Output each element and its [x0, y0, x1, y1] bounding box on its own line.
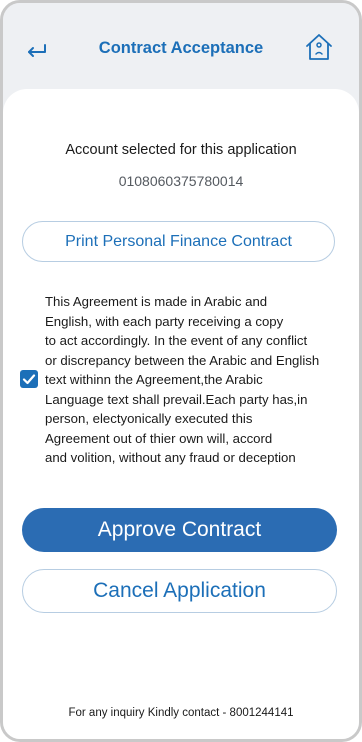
approve-contract-button[interactable]: Approve Contract — [22, 508, 337, 552]
agreement-line: or discrepancy between the Arabic and En… — [45, 352, 320, 368]
page-title: Contract Acceptance — [98, 39, 264, 57]
back-arrow-icon — [28, 44, 46, 57]
account-number: 0108060375780014 — [118, 173, 244, 189]
agreement-line: Agreement out of thier own will, accord — [45, 430, 273, 446]
footer-contact-text: For any inquiry Kindly contact - 8001244… — [68, 707, 294, 719]
phone-frame: Contract Acceptance Account selected for… — [0, 0, 362, 742]
content-card: Account selected for this application 01… — [3, 89, 359, 739]
agreement-line: text withinn the Agreement,the Arabic — [45, 372, 263, 387]
back-button[interactable] — [21, 37, 55, 63]
agreement-line: Language text shall prevail.Each party h… — [45, 391, 308, 407]
agreement-checkbox[interactable] — [20, 370, 38, 388]
print-contract-button[interactable]: Print Personal Finance Contract — [22, 221, 335, 262]
header: Contract Acceptance — [3, 3, 359, 93]
agreement-line: to act accordingly. In the event of any … — [45, 333, 308, 348]
checkmark-icon — [22, 374, 36, 385]
agreement-line: English, with each party receiving a cop… — [45, 313, 284, 329]
agreement-line: and volition, without any fraud or decep… — [45, 450, 296, 465]
account-label: Account selected for this application — [65, 142, 297, 158]
home-button[interactable] — [302, 30, 336, 64]
agreement-line: This Agreement is made in Arabic and — [45, 294, 268, 309]
home-icon — [306, 34, 332, 60]
agreement-line: person, electyonically executed this — [45, 411, 253, 426]
agreement-text: This Agreement is made in Arabic and Eng… — [45, 292, 359, 468]
cancel-application-button[interactable]: Cancel Application — [22, 569, 337, 613]
